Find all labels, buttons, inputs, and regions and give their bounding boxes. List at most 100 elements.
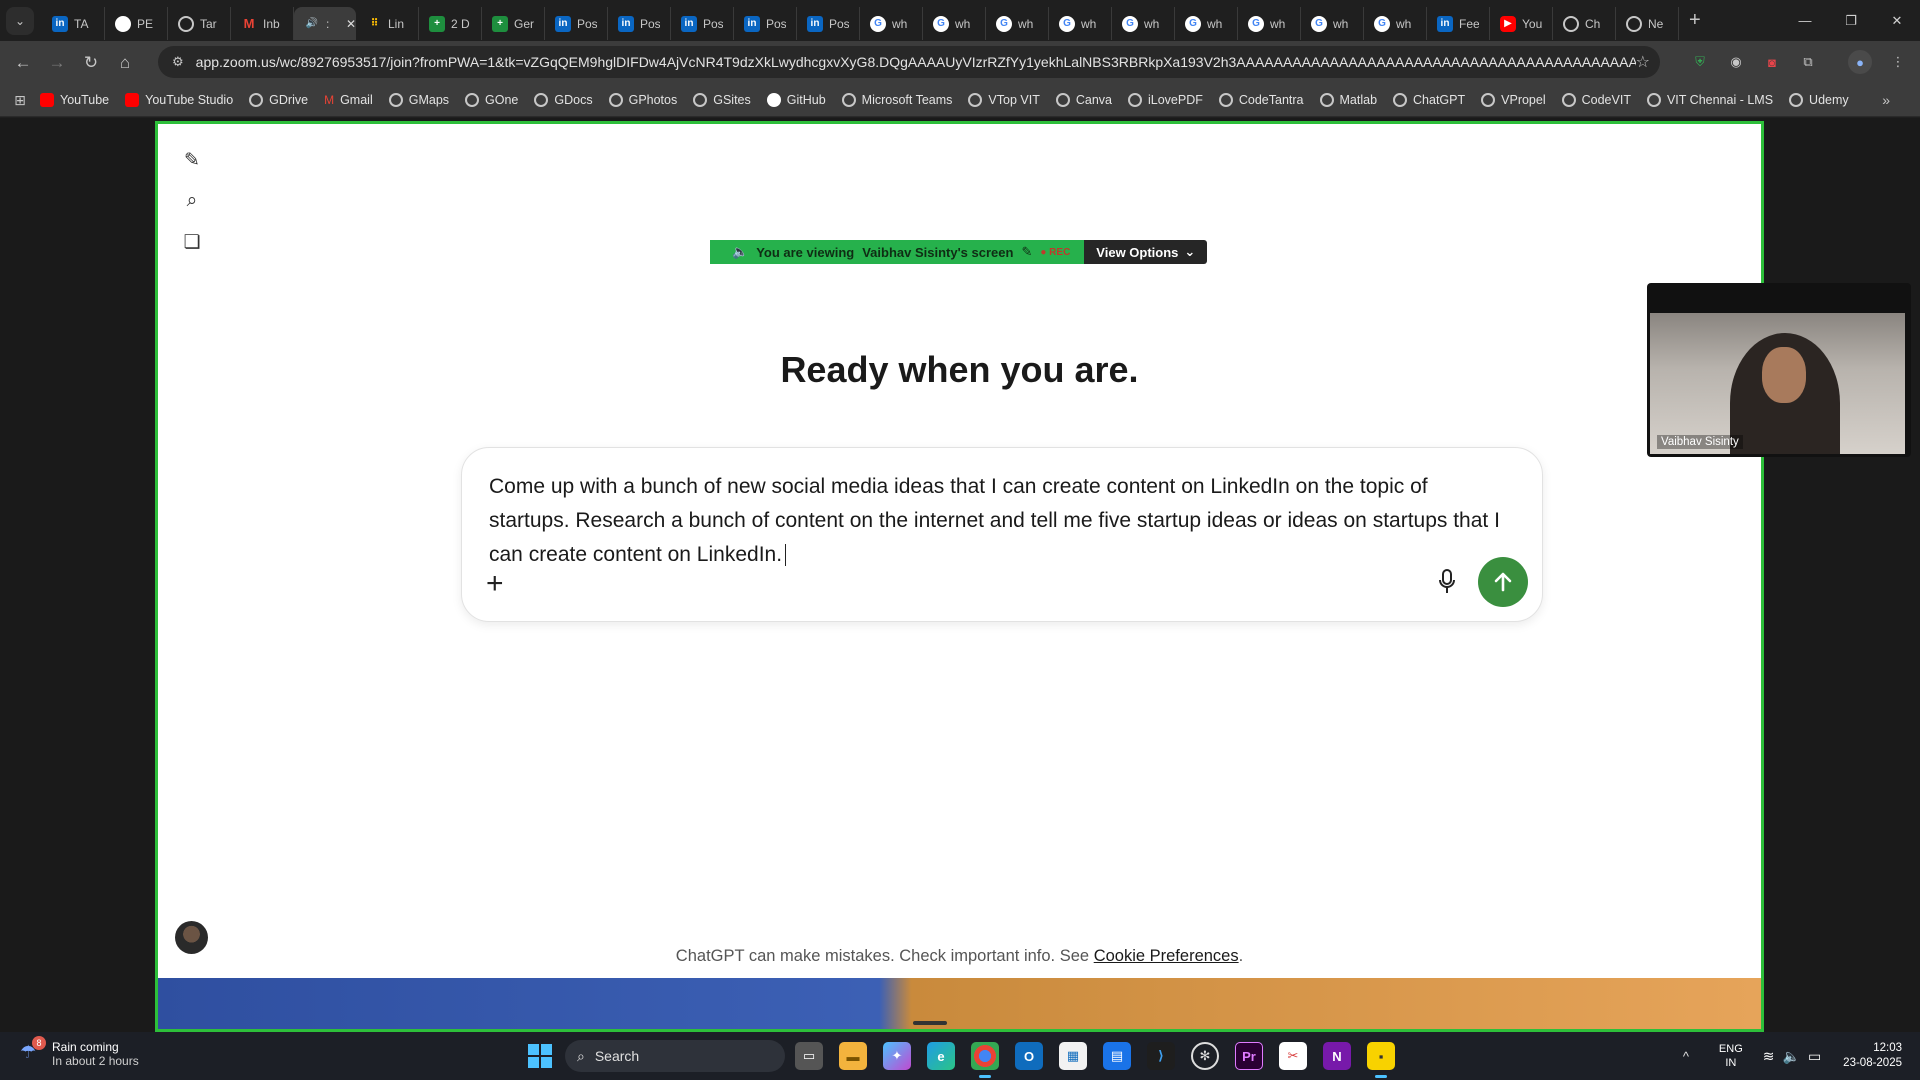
camera-extension-icon[interactable]: ◉ (1724, 50, 1748, 74)
bookmark-item[interactable]: Canva (1055, 93, 1112, 107)
profile-avatar[interactable]: ● (1848, 50, 1872, 74)
chrome-icon[interactable] (971, 1042, 999, 1078)
browser-tab[interactable]: Gwh (860, 7, 923, 40)
address-bar[interactable]: ⚙ app.zoom.us/wc/89276953517/join?fromPW… (158, 46, 1660, 78)
bookmark-star-icon[interactable]: ☆ (1636, 52, 1650, 72)
edge-icon[interactable]: e (927, 1042, 955, 1070)
minimize-button[interactable]: — (1782, 13, 1828, 28)
prompt-input[interactable]: Come up with a bunch of new social media… (489, 470, 1509, 572)
browser-tab[interactable]: Gwh (1238, 7, 1301, 40)
task-view-icon[interactable]: ▭ (795, 1042, 823, 1070)
tray-overflow-icon[interactable]: ^ (1683, 1049, 1689, 1064)
site-info-icon[interactable]: ⚙ (172, 54, 184, 70)
bookmark-item[interactable]: Matlab (1319, 93, 1377, 107)
bookmark-item[interactable]: YouTube Studio (125, 93, 233, 107)
search-icon[interactable]: ⌕ (178, 187, 206, 215)
shield-extension-icon[interactable]: ⛨ (1688, 50, 1712, 74)
browser-tab[interactable]: Gwh (1049, 7, 1112, 40)
home-button[interactable]: ⌂ (108, 53, 142, 73)
bookmark-item[interactable]: CodeVIT (1561, 93, 1631, 107)
browser-menu-icon[interactable]: ⋮ (1886, 50, 1910, 74)
bookmark-item[interactable]: GitHub (766, 93, 826, 107)
new-chat-icon[interactable]: ✎ (178, 146, 206, 174)
participant-video-tile[interactable]: Vaibhav Sisinty (1647, 283, 1911, 457)
microphone-icon[interactable] (1438, 569, 1456, 595)
onenote-icon[interactable]: N (1323, 1042, 1351, 1070)
bookmark-item[interactable]: GPhotos (608, 93, 677, 107)
view-options-button[interactable]: View Options ⌄ (1084, 240, 1208, 264)
new-tab-button[interactable]: + (1689, 9, 1701, 32)
bookmark-item[interactable]: Microsoft Teams (841, 93, 952, 107)
browser-tab[interactable]: Ne (1616, 7, 1679, 40)
pocket-extension-icon[interactable]: ◙ (1760, 50, 1784, 74)
browser-tab[interactable]: ⠿ Lin (356, 7, 419, 40)
bookmark-item[interactable]: ChatGPT (1393, 93, 1465, 107)
browser-tab[interactable]: Gwh (923, 7, 986, 40)
file-explorer-icon[interactable]: ▬ (839, 1042, 867, 1070)
snipping-tool-icon[interactable]: ✂ (1279, 1042, 1307, 1070)
reload-button[interactable]: ↻ (74, 53, 108, 73)
bookmark-item[interactable]: VIT Chennai - LMS (1646, 93, 1773, 107)
copilot-icon[interactable]: ✦ (883, 1042, 911, 1070)
outlook-icon[interactable]: O (1015, 1042, 1043, 1070)
bookmark-item[interactable]: GMaps (388, 93, 449, 107)
store-icon[interactable]: ▦ (1059, 1042, 1087, 1070)
extensions-puzzle-icon[interactable]: ⧉ (1796, 50, 1820, 74)
browser-tab[interactable]: in Pos (671, 7, 734, 40)
bookmark-item[interactable]: GDrive (249, 93, 308, 107)
app-blue-icon[interactable]: ▤ (1103, 1042, 1131, 1070)
bookmark-item[interactable]: Udemy (1789, 93, 1849, 107)
browser-tab[interactable]: in TA (42, 7, 105, 40)
tab-search-button[interactable]: ⌄ (6, 6, 34, 35)
weather-widget[interactable]: ☂ 8 Rain coming In about 2 hours (20, 1036, 139, 1068)
windows-start-icon[interactable] (528, 1044, 552, 1068)
browser-tab[interactable]: M Inb (231, 7, 294, 40)
bookmark-item[interactable]: CodeTantra (1218, 93, 1304, 107)
bookmark-item[interactable]: YouTube (40, 93, 109, 107)
premiere-icon[interactable]: Pr (1235, 1042, 1263, 1070)
clock[interactable]: 12:03 23-08-2025 (1843, 1041, 1902, 1071)
close-window-button[interactable]: ✕ (1874, 13, 1920, 29)
battery-icon[interactable]: ▭ (1808, 1048, 1821, 1065)
drag-handle[interactable] (913, 1021, 947, 1025)
browser-tab[interactable]: Gwh (1112, 7, 1175, 40)
browser-tab[interactable]: 🔊: ✕ (294, 7, 356, 40)
vscode-icon[interactable]: ⟩ (1147, 1042, 1175, 1070)
bookmark-item[interactable]: VPropel (1481, 93, 1546, 107)
volume-icon[interactable]: 🔈 (1783, 1048, 1800, 1065)
send-button[interactable] (1478, 557, 1528, 607)
browser-tab[interactable]: +2 D (419, 7, 482, 40)
browser-tab[interactable]: in Pos (797, 7, 860, 40)
more-bookmarks-icon[interactable]: » (1882, 92, 1890, 108)
wifi-icon[interactable]: ≋ (1763, 1048, 1775, 1065)
forward-button[interactable]: → (40, 53, 74, 73)
browser-tab[interactable]: + Ger (482, 7, 545, 40)
browser-tab[interactable]: in Pos (608, 7, 671, 40)
bookmark-item[interactable]: M Gmail (324, 93, 373, 107)
chatgpt-app-icon[interactable]: ✻ (1191, 1042, 1219, 1070)
browser-tab[interactable]: Gwh (1175, 7, 1238, 40)
library-icon[interactable]: ❏ (178, 228, 206, 256)
browser-tab[interactable]: in Fee (1427, 7, 1490, 40)
add-attachment-button[interactable]: + (486, 567, 504, 601)
browser-tab[interactable]: Ch (1553, 7, 1616, 40)
browser-tab[interactable]: Tar (168, 7, 231, 40)
apps-grid-icon[interactable]: ⊞ (0, 92, 40, 109)
prompt-composer[interactable]: Come up with a bunch of new social media… (461, 447, 1543, 622)
sticky-notes-icon[interactable]: ▪ (1367, 1042, 1395, 1078)
taskbar-search[interactable]: ⌕ Search (565, 1040, 785, 1072)
browser-tab[interactable]: ▶ You (1490, 7, 1553, 40)
back-button[interactable]: ← (6, 53, 40, 73)
browser-tab[interactable]: Gwh (1301, 7, 1364, 40)
bookmark-item[interactable]: VTop VIT (968, 93, 1040, 107)
restore-button[interactable]: ❐ (1828, 13, 1874, 29)
bookmark-item[interactable]: iLovePDF (1127, 93, 1203, 107)
close-tab-icon[interactable]: ✕ (346, 17, 356, 31)
bookmark-item[interactable]: GDocs (534, 93, 593, 107)
browser-tab[interactable]: Gwh (986, 7, 1049, 40)
language-indicator[interactable]: ENG IN (1719, 1042, 1743, 1070)
bookmark-item[interactable]: GSites (693, 93, 751, 107)
browser-tab[interactable]: PE (105, 7, 168, 40)
bookmark-item[interactable]: GOne (465, 93, 518, 107)
browser-tab[interactable]: in Pos (545, 7, 608, 40)
